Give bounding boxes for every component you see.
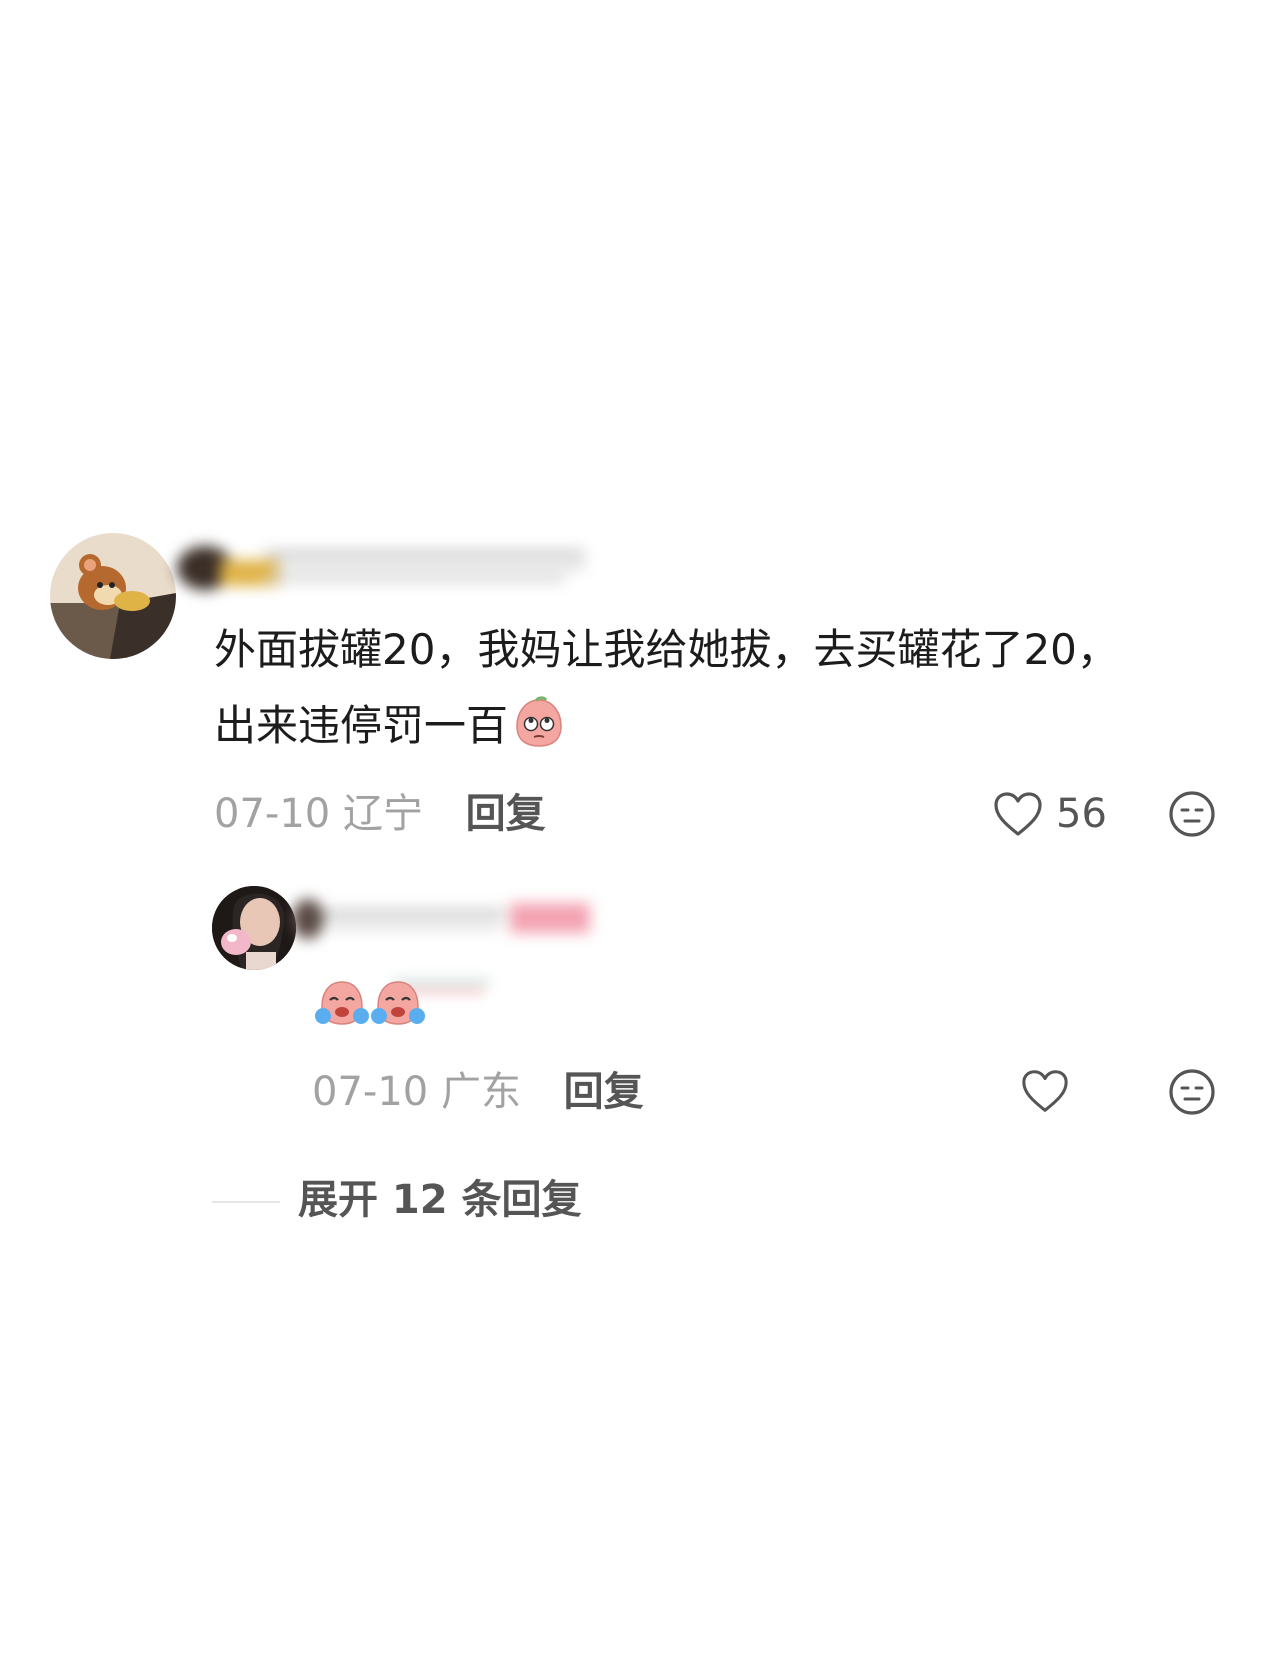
- cartoon-mouse-avatar: [50, 533, 176, 659]
- comment-date: 07-10: [214, 791, 331, 837]
- reply-location: 广东: [440, 1069, 521, 1115]
- comment-text-line2: 出来违停罚一百: [214, 688, 1234, 764]
- comment-meta: 07-10 辽宁 回复: [214, 786, 546, 842]
- avatar[interactable]: [50, 533, 176, 659]
- crying-peach-emoji: [314, 978, 370, 1028]
- reply-avatar[interactable]: [212, 886, 296, 970]
- comment-location: 辽宁: [342, 791, 423, 837]
- girl-photo-avatar: [212, 886, 296, 970]
- like-button[interactable]: 56: [992, 786, 1107, 842]
- dislike-button[interactable]: [1167, 789, 1217, 839]
- crying-peach-emoji: [370, 978, 426, 1028]
- comment-text: 外面拔罐20，我妈让我给她拔，去买罐花了20， 出来违停罚一百: [214, 612, 1234, 764]
- reply-like-button[interactable]: [1020, 1067, 1070, 1117]
- reply-reply-button[interactable]: 回复: [564, 1069, 644, 1115]
- expand-replies-button[interactable]: 展开 12 条回复: [298, 1172, 582, 1228]
- neutral-face-icon: [1169, 1069, 1215, 1115]
- reply-button[interactable]: 回复: [466, 791, 546, 837]
- reply-dislike-button[interactable]: [1167, 1067, 1217, 1117]
- username-blurred[interactable]: [175, 540, 595, 590]
- comment-text-line1: 外面拔罐20，我妈让我给她拔，去买罐花了20，: [214, 625, 1119, 674]
- neutral-face-icon: [1169, 791, 1215, 837]
- heart-outline-icon: [1022, 1070, 1068, 1112]
- reply-username-blurred[interactable]: [290, 895, 600, 941]
- like-count: 56: [1056, 791, 1107, 837]
- peach-rolling-eyes-emoji: [512, 696, 566, 750]
- reply-date: 07-10: [312, 1069, 429, 1115]
- reply-emojis: [314, 978, 426, 1028]
- heart-outline-icon: [994, 792, 1042, 836]
- reply-meta: 07-10 广东 回复: [312, 1064, 644, 1120]
- expand-divider: [212, 1201, 280, 1203]
